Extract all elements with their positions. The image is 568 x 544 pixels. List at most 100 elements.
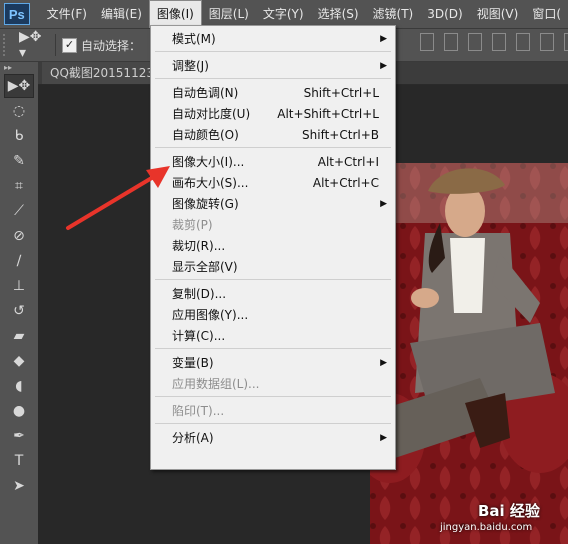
menu-separator [155, 396, 391, 397]
lasso-tool-icon[interactable]: ᑲ [4, 124, 34, 148]
menu-item-shortcut: Shift+Ctrl+L [303, 86, 379, 100]
image-menu-item: 陷印(T)... [151, 400, 395, 422]
distribute-icon[interactable] [516, 33, 530, 51]
image-menu-item[interactable]: 图像旋转(G) ▶ [151, 193, 395, 215]
watermark-url: jingyan.baidu.com [440, 522, 533, 533]
watermark-brand: Bai 经验 [478, 502, 540, 520]
menu-item-label: 分析(A) [172, 431, 214, 445]
menu-item-label: 画布大小(S)... [172, 176, 249, 190]
align-top-icon[interactable] [492, 33, 506, 51]
submenu-arrow-icon: ▶ [380, 34, 387, 44]
menu-4[interactable]: 文字(Y) [256, 0, 311, 28]
menu-2[interactable]: 图像(I) [148, 0, 202, 28]
pen-tool-icon[interactable]: ✒ [4, 424, 34, 448]
menu-item-label: 裁切(R)... [172, 239, 226, 253]
menu-item-shortcut: Alt+Ctrl+I [317, 155, 379, 169]
menu-9[interactable]: 窗口( [525, 0, 568, 28]
move-tool-preset-icon[interactable]: ▶✥ ▾ [19, 29, 49, 61]
menu-items: 文件(F) 编辑(E) 图像(I) 图层(L) 文字(Y) 选择(S) 滤镜(T) 3D(D)… [40, 0, 568, 28]
menu-item-label: 自动对比度(U) [172, 107, 251, 121]
image-menu-item: 裁剪(P) [151, 214, 395, 236]
menu-item-label: 图像旋转(G) [172, 197, 239, 211]
photoshop-logo: Ps [4, 3, 30, 25]
menu-item-shortcut: Alt+Shift+Ctrl+L [277, 107, 379, 121]
align-right-icon[interactable] [468, 33, 482, 51]
menu-separator [155, 348, 391, 349]
history-brush-tool-icon[interactable]: ↺ [4, 299, 34, 323]
clone-stamp-tool-icon[interactable]: ⊥ [4, 274, 34, 298]
menu-item-label: 复制(D)... [172, 287, 227, 301]
photo-illustration [370, 163, 568, 544]
image-menu-item[interactable]: 显示全部(V) [151, 256, 395, 278]
image-menu-item[interactable]: 自动颜色(O) Shift+Ctrl+B [151, 124, 395, 146]
menu-separator [155, 279, 391, 280]
collapse-panel-icon[interactable]: ▸▸ [0, 62, 38, 74]
menu-7[interactable]: 3D(D) [420, 0, 469, 28]
document-photo [370, 163, 568, 544]
submenu-arrow-icon: ▶ [380, 433, 387, 443]
tool-list: ▶✥ ◌ ᑲ ✎ ⌗ ⟋ ⊘ ∕ ⊥ ↺ ▰ ◆ ◖ ● ✒ T ➤ [0, 74, 38, 498]
menu-separator [155, 78, 391, 79]
dodge-tool-icon[interactable]: ● [4, 399, 34, 423]
menu-0[interactable]: 文件(F) [40, 0, 94, 28]
menu-item-label: 模式(M) [172, 32, 216, 46]
paint-bucket-tool-icon[interactable]: ◆ [4, 349, 34, 373]
image-menu-item[interactable]: 裁切(R)... [151, 235, 395, 257]
menu-separator [155, 423, 391, 424]
image-menu-item[interactable]: 模式(M) ▶ [151, 28, 395, 50]
submenu-arrow-icon: ▶ [380, 199, 387, 209]
eraser-tool-icon[interactable]: ▰ [4, 324, 34, 348]
divider [55, 34, 56, 56]
blur-tool-icon[interactable]: ◖ [4, 374, 34, 398]
menu-5[interactable]: 选择(S) [311, 0, 366, 28]
image-menu-item[interactable]: 计算(C)... [151, 325, 395, 347]
eyedropper-tool-icon[interactable]: ⟋ [4, 199, 34, 223]
tools-panel: ▸▸ ▶✥ ◌ ᑲ ✎ ⌗ ⟋ ⊘ ∕ ⊥ ↺ ▰ ◆ ◖ ● ✒ T ➤ [0, 62, 39, 544]
menu-item-label: 陷印(T)... [172, 404, 225, 418]
marquee-tool-icon[interactable]: ◌ [4, 99, 34, 123]
menu-separator [155, 147, 391, 148]
crop-tool-icon[interactable]: ⌗ [4, 174, 34, 198]
menu-3[interactable]: 图层(L) [202, 0, 256, 28]
healing-brush-tool-icon[interactable]: ⊘ [4, 224, 34, 248]
align-buttons [420, 33, 568, 51]
menu-6[interactable]: 滤镜(T) [366, 0, 421, 28]
image-menu-item[interactable]: 分析(A) ▶ [151, 427, 395, 449]
image-menu-item[interactable]: 复制(D)... [151, 283, 395, 305]
distribute-h-icon[interactable] [540, 33, 554, 51]
menu-item-label: 裁剪(P) [172, 218, 213, 232]
image-menu-item[interactable]: 自动色调(N) Shift+Ctrl+L [151, 82, 395, 104]
image-menu-item[interactable]: 自动对比度(U) Alt+Shift+Ctrl+L [151, 103, 395, 125]
align-left-icon[interactable] [420, 33, 434, 51]
menu-separator [155, 51, 391, 52]
menu-item-shortcut: Alt+Ctrl+C [312, 176, 379, 190]
image-menu-item[interactable]: 图像大小(I)... Alt+Ctrl+I [151, 151, 395, 173]
type-tool-icon[interactable]: T [4, 449, 34, 473]
menu-item-label: 图像大小(I)... [172, 155, 245, 169]
menu-item-label: 显示全部(V) [172, 260, 238, 274]
image-menu-dropdown: 模式(M) ▶ 调整(J) ▶ 自动色调(N) Shift+Ctrl+L 自动对比度(U) A… [150, 25, 396, 470]
align-center-icon[interactable] [444, 33, 458, 51]
menu-item-label: 变量(B) [172, 356, 214, 370]
options-grip [3, 34, 11, 56]
image-menu-item[interactable]: 调整(J) ▶ [151, 55, 395, 77]
distribute-v-icon[interactable] [564, 33, 568, 51]
image-menu-item[interactable]: 变量(B) ▶ [151, 352, 395, 374]
menu-item-shortcut: Shift+Ctrl+B [302, 128, 379, 142]
menu-item-label: 调整(J) [172, 59, 209, 73]
brush-tool-icon[interactable]: ∕ [4, 249, 34, 273]
auto-select-checkbox[interactable]: ✓ [62, 37, 77, 53]
image-menu-item: 应用数据组(L)... [151, 373, 395, 395]
document-tab[interactable]: QQ截图20151123 [42, 62, 158, 84]
menu-1[interactable]: 编辑(E) [94, 0, 149, 28]
image-menu-item[interactable]: 应用图像(Y)... [151, 304, 395, 326]
path-select-tool-icon[interactable]: ➤ [4, 474, 34, 498]
move-tool-icon[interactable]: ▶✥ [4, 74, 34, 98]
menu-item-label: 计算(C)... [172, 329, 226, 343]
image-menu-item[interactable]: 画布大小(S)... Alt+Ctrl+C [151, 172, 395, 194]
submenu-arrow-icon: ▶ [380, 61, 387, 71]
auto-select-label: 自动选择： [81, 38, 142, 53]
menu-8[interactable]: 视图(V) [470, 0, 526, 28]
quick-select-tool-icon[interactable]: ✎ [4, 149, 34, 173]
menu-item-label: 自动颜色(O) [172, 128, 239, 142]
